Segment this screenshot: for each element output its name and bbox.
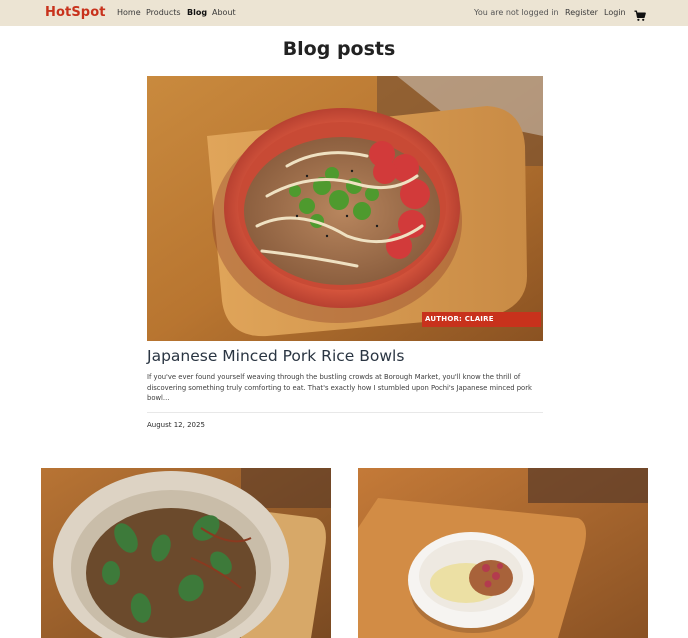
post-date: August 12, 2025 <box>147 421 205 429</box>
post-title[interactable]: Japanese Minced Pork Rice Bowls <box>147 347 543 365</box>
register-link[interactable]: Register <box>565 8 598 17</box>
post-divider <box>147 412 543 413</box>
navbar: HotSpot Home Products Blog About You are… <box>0 0 688 26</box>
featured-post-image[interactable] <box>147 76 543 341</box>
nav-about[interactable]: About <box>212 8 236 17</box>
brand-logo[interactable]: HotSpot <box>45 5 106 20</box>
blog-card-image-right[interactable] <box>358 468 648 638</box>
nav-products[interactable]: Products <box>146 8 181 17</box>
post-excerpt: If you've ever found yourself weaving th… <box>147 373 532 402</box>
login-status: You are not logged in <box>474 8 559 17</box>
page-title: Blog posts <box>282 38 396 60</box>
nav-home[interactable]: Home <box>117 8 141 17</box>
nav-blog[interactable]: Blog <box>187 8 207 17</box>
blog-card-image-left[interactable] <box>41 468 331 638</box>
shopping-cart-icon[interactable] <box>634 7 646 21</box>
author-badge: AUTHOR: CLAIRE <box>422 312 541 327</box>
login-link[interactable]: Login <box>604 8 626 17</box>
